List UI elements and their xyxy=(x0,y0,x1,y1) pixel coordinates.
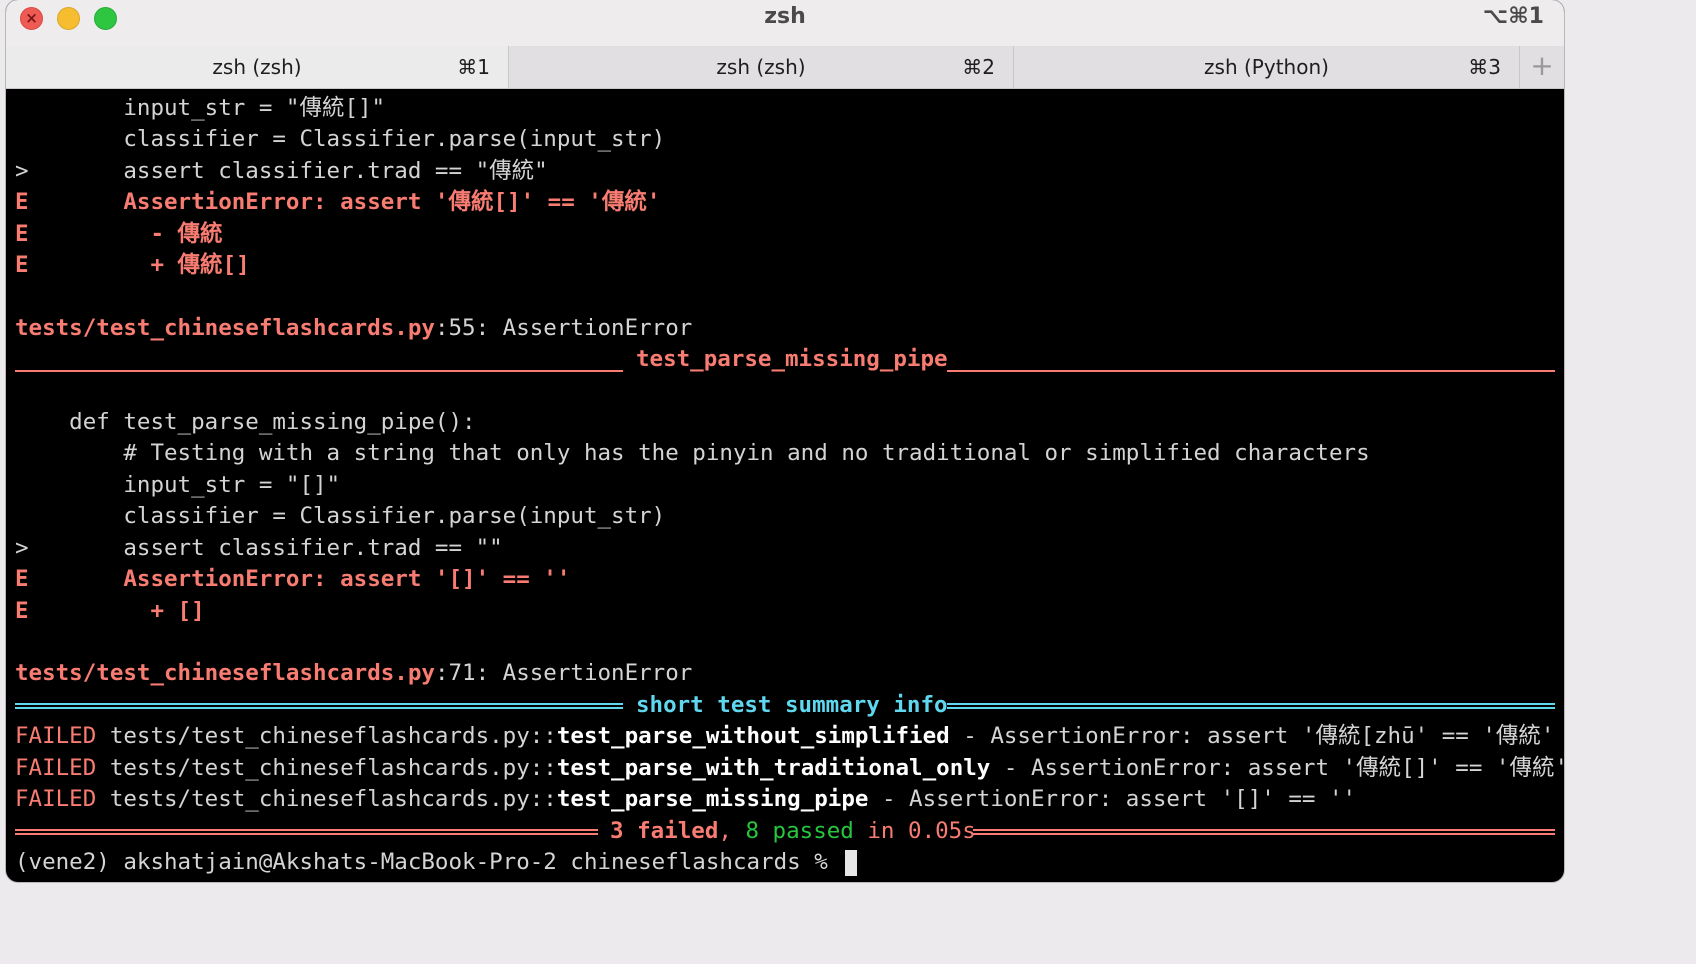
failure-line: FAILED tests/test_chineseflashcards.py::… xyxy=(15,755,1564,781)
error-line: E AssertionError: assert '傳統[]' == '傳統' xyxy=(15,189,661,215)
tab-3[interactable]: zsh (Python) ⌘3 xyxy=(1014,46,1520,88)
new-tab-button[interactable]: + xyxy=(1520,46,1564,88)
tab-shortcut: ⌘3 xyxy=(1468,55,1501,79)
result-separator xyxy=(973,829,1555,835)
error-location: tests/test_chineseflashcards.py:55: Asse… xyxy=(15,315,693,341)
error-line: E AssertionError: assert '[]' == '' xyxy=(15,566,571,592)
tab-bar: zsh (zsh) ⌘1 zsh (zsh) ⌘2 zsh (Python) ⌘… xyxy=(6,46,1564,89)
code-line: classifier = Classifier.parse(input_str) xyxy=(15,126,666,152)
summary-title: short test summary info xyxy=(636,692,948,718)
error-line: E - 傳統 xyxy=(15,221,223,247)
error-line: E + 傳統[] xyxy=(15,252,250,278)
code-line: input_str = "[]" xyxy=(15,472,341,498)
tab-2[interactable]: zsh (zsh) ⌘2 xyxy=(509,46,1014,88)
tab-label: zsh (zsh) xyxy=(716,55,806,79)
summary-separator xyxy=(947,703,1555,709)
terminal-window: × zsh ⌥⌘1 zsh (zsh) ⌘1 zsh (zsh) ⌘2 zsh … xyxy=(6,0,1564,882)
result-summary: 3 failed, 8 passed in 0.05s xyxy=(610,818,976,844)
tab-label: zsh (zsh) xyxy=(212,55,302,79)
tab-shortcut: ⌘2 xyxy=(962,55,995,79)
code-line: classifier = Classifier.parse(input_str) xyxy=(15,503,666,529)
tab-1[interactable]: zsh (zsh) ⌘1 xyxy=(6,46,509,88)
tab-shortcut: ⌘1 xyxy=(457,55,490,79)
title-bar: × zsh ⌥⌘1 xyxy=(6,0,1564,46)
result-separator xyxy=(15,829,598,835)
section-separator xyxy=(15,370,623,372)
terminal-output[interactable]: input_str = "傳統[]" classifier = Classifi… xyxy=(6,89,1564,882)
section-title: test_parse_missing_pipe xyxy=(636,346,948,372)
error-line: E + [] xyxy=(15,598,205,624)
code-line: > assert classifier.trad == "" xyxy=(15,535,503,561)
shell-prompt[interactable]: (vene2) akshatjain@Akshats-MacBook-Pro-2… xyxy=(15,847,858,878)
tab-label: zsh (Python) xyxy=(1204,55,1329,79)
summary-separator xyxy=(15,703,623,709)
code-line: def test_parse_missing_pipe(): xyxy=(15,409,476,435)
failure-line: FAILED tests/test_chineseflashcards.py::… xyxy=(15,723,1555,749)
window-shortcut: ⌥⌘1 xyxy=(1482,4,1544,29)
error-location: tests/test_chineseflashcards.py:71: Asse… xyxy=(15,660,693,686)
code-line: # Testing with a string that only has th… xyxy=(15,440,1370,466)
code-line: > assert classifier.trad == "傳統" xyxy=(15,158,548,184)
failure-line: FAILED tests/test_chineseflashcards.py::… xyxy=(15,786,1357,812)
section-separator xyxy=(947,370,1555,372)
window-title: zsh xyxy=(764,4,806,29)
code-line: input_str = "傳統[]" xyxy=(15,95,386,121)
text-cursor xyxy=(845,849,858,876)
